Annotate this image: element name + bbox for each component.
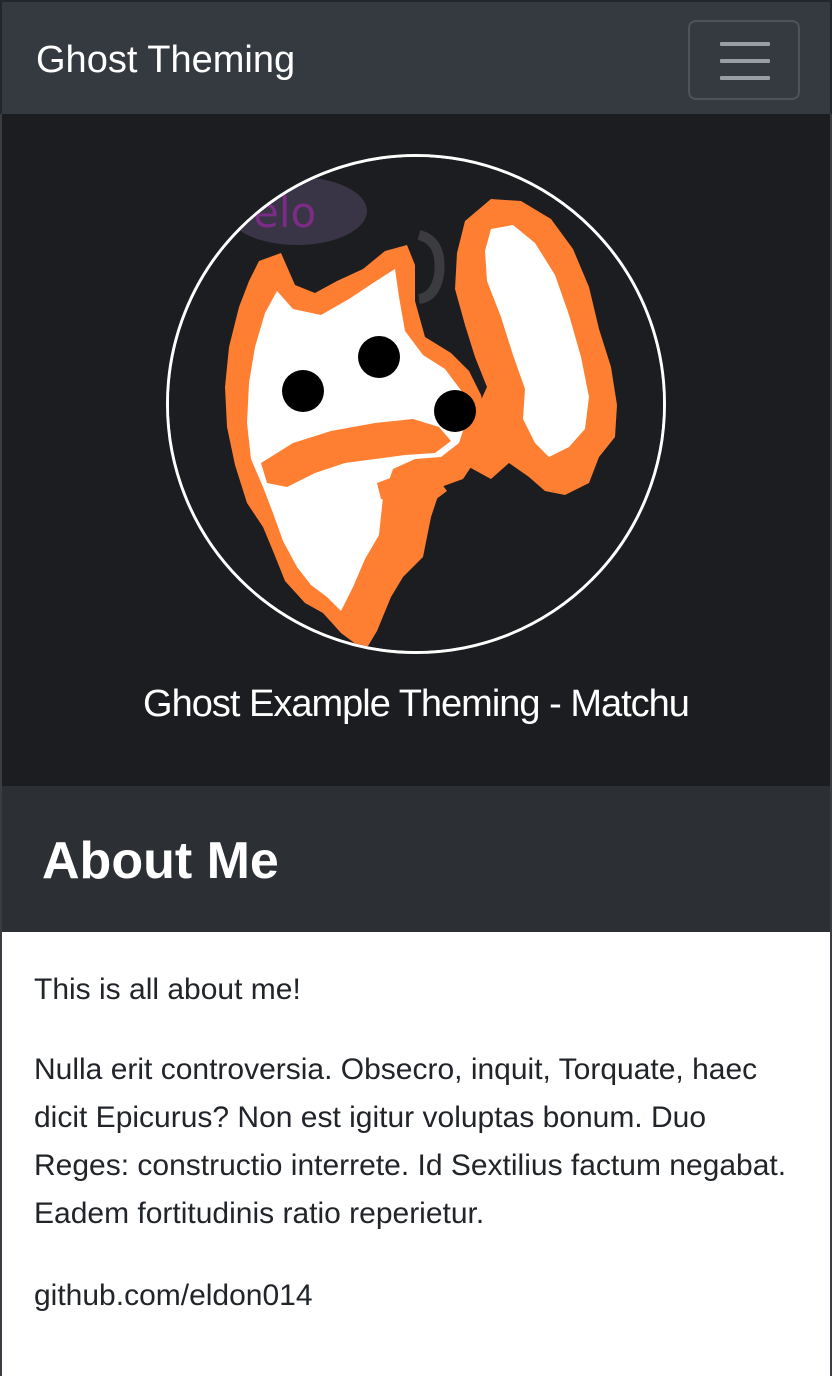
navbar-brand[interactable]: Ghost Theming (36, 36, 295, 84)
hamburger-icon-bar (720, 59, 770, 63)
navbar: Ghost Theming (0, 0, 832, 114)
page-title: About Me (42, 832, 279, 890)
fox-drawing-image: elo (169, 157, 663, 651)
hamburger-icon (720, 42, 770, 46)
content-panel: This is all about me! Nulla erit controv… (2, 932, 830, 1376)
menu-toggle-button[interactable] (688, 20, 800, 100)
fox-left-eye (282, 370, 324, 412)
fox-right-eye (358, 336, 400, 378)
hero-tagline: Ghost Example Theming - Matchu (143, 683, 690, 725)
intro-paragraph: This is all about me! (34, 973, 301, 1006)
avatar: elo (166, 154, 666, 654)
body-paragraph: Nulla erit controversia. Obsecro, inquit… (34, 1053, 787, 1230)
hamburger-icon-bar (720, 76, 770, 80)
github-link[interactable]: github.com/eldon014 (34, 1272, 804, 1320)
page: Ghost Theming elo Ghost Example Theming … (0, 0, 832, 1376)
fox-nose (434, 390, 476, 432)
